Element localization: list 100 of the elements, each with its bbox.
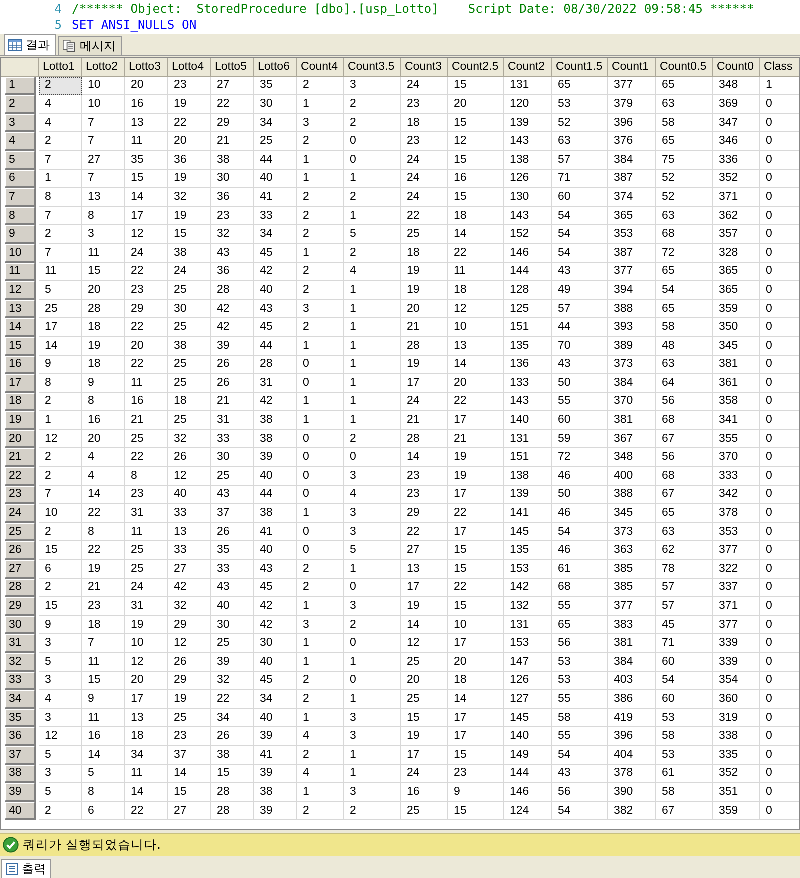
table-cell[interactable]: 3 [39,708,82,728]
table-cell[interactable]: 3 [82,225,125,244]
column-header[interactable]: Count3 [401,58,448,77]
table-cell[interactable]: 32 [168,188,211,207]
table-cell[interactable]: 13 [82,188,125,207]
table-cell[interactable]: 19 [168,690,211,709]
table-cell[interactable]: 30 [211,616,254,634]
table-cell[interactable]: 152 [504,225,552,244]
row-header[interactable]: 23 [5,486,36,504]
table-cell[interactable]: 2 [297,262,344,282]
row-header[interactable]: 32 [5,653,36,672]
table-cell[interactable]: 1 [297,411,344,430]
table-cell[interactable]: 341 [713,411,760,430]
table-cell[interactable]: 147 [504,653,552,672]
table-cell[interactable]: 24 [401,170,448,188]
table-cell[interactable]: 53 [552,95,608,114]
table-cell[interactable]: 339 [713,653,760,672]
table-cell[interactable]: 34 [254,690,297,709]
table-cell[interactable]: 2 [297,318,344,337]
table-cell[interactable]: 6 [39,560,82,579]
table-cell[interactable]: 153 [504,634,552,653]
table-cell[interactable]: 18 [448,281,504,300]
table-cell[interactable]: 142 [504,578,552,598]
table-cell[interactable]: 346 [713,132,760,151]
table-cell[interactable]: 353 [713,522,760,542]
table-cell[interactable]: 33 [211,560,254,579]
table-cell[interactable]: 2 [39,578,82,598]
table-cell[interactable]: 5 [82,764,125,784]
table-cell[interactable]: 1 [344,356,401,374]
table-cell[interactable]: 15 [448,188,504,207]
table-cell[interactable]: 21 [211,392,254,412]
table-cell[interactable]: 28 [254,356,297,374]
table-cell[interactable]: 371 [713,597,760,616]
table-cell[interactable]: 13 [125,708,168,728]
table-cell[interactable]: 2 [344,430,401,448]
table-cell[interactable]: 2 [39,522,82,542]
row-header[interactable]: 14 [5,318,36,337]
table-cell[interactable]: 389 [608,336,656,356]
table-cell[interactable]: 128 [504,281,552,300]
table-cell[interactable]: 39 [254,764,297,784]
table-cell[interactable]: 4 [39,114,82,132]
table-cell[interactable]: 386 [608,690,656,709]
table-cell[interactable]: 30 [254,634,297,653]
table-cell[interactable]: 75 [656,150,713,170]
table-cell[interactable]: 381 [713,356,760,374]
column-header[interactable]: Lotto4 [168,58,211,77]
row-header[interactable]: 1 [5,76,36,96]
table-cell[interactable]: 3 [344,783,401,802]
table-cell[interactable]: 10 [39,504,82,523]
table-cell[interactable]: 7 [82,132,125,151]
table-cell[interactable]: 38 [211,746,254,765]
table-cell[interactable]: 16 [82,727,125,746]
table-cell[interactable]: 67 [656,430,713,448]
row-header[interactable]: 8 [5,206,36,226]
table-cell[interactable]: 0 [760,150,799,170]
result-tab[interactable]: 결과 [4,34,56,55]
table-cell[interactable]: 11 [39,262,82,282]
table-cell[interactable]: 54 [656,672,713,690]
table-cell[interactable]: 3 [297,616,344,634]
table-cell[interactable]: 0 [297,448,344,468]
table-cell[interactable]: 396 [608,727,656,746]
table-cell[interactable]: 25 [401,225,448,244]
table-cell[interactable]: 358 [713,392,760,412]
table-cell[interactable]: 127 [504,690,552,709]
table-cell[interactable]: 4 [344,486,401,504]
table-cell[interactable]: 3 [344,708,401,728]
table-cell[interactable]: 12 [401,634,448,653]
table-cell[interactable]: 11 [125,522,168,542]
table-cell[interactable]: 20 [125,672,168,690]
table-cell[interactable]: 8 [82,206,125,226]
table-cell[interactable]: 21 [401,318,448,337]
column-header[interactable]: Lotto6 [254,58,297,77]
table-cell[interactable]: 54 [552,802,608,820]
table-cell[interactable]: 6 [82,802,125,820]
table-cell[interactable]: 13 [168,522,211,542]
table-cell[interactable]: 345 [713,336,760,356]
table-cell[interactable]: 5 [39,653,82,672]
table-cell[interactable]: 22 [401,522,448,542]
table-cell[interactable]: 55 [552,727,608,746]
table-cell[interactable]: 377 [608,597,656,616]
table-cell[interactable]: 352 [713,170,760,188]
table-cell[interactable]: 33 [211,430,254,448]
table-cell[interactable]: 14 [448,356,504,374]
table-cell[interactable]: 131 [504,616,552,634]
code-editor[interactable]: 4 /****** Object: StoredProcedure [dbo].[usp_Lotto] Script Date: 08/30/2022 09:58:45 ****** 5 SET ANSI_NULLS ON [0,0,800,34]
table-cell[interactable]: 396 [608,114,656,132]
table-cell[interactable]: 0 [760,206,799,226]
table-cell[interactable]: 15 [125,170,168,188]
table-cell[interactable]: 143 [504,132,552,151]
table-cell[interactable]: 72 [552,448,608,468]
row-header[interactable]: 29 [5,597,36,616]
table-cell[interactable]: 404 [608,746,656,765]
table-cell[interactable]: 52 [552,114,608,132]
table-cell[interactable]: 30 [168,300,211,318]
table-cell[interactable]: 0 [760,672,799,690]
table-cell[interactable]: 0 [760,170,799,188]
table-cell[interactable]: 2 [297,560,344,579]
table-cell[interactable]: 0 [760,727,799,746]
table-cell[interactable]: 26 [168,653,211,672]
table-cell[interactable]: 16 [125,95,168,114]
